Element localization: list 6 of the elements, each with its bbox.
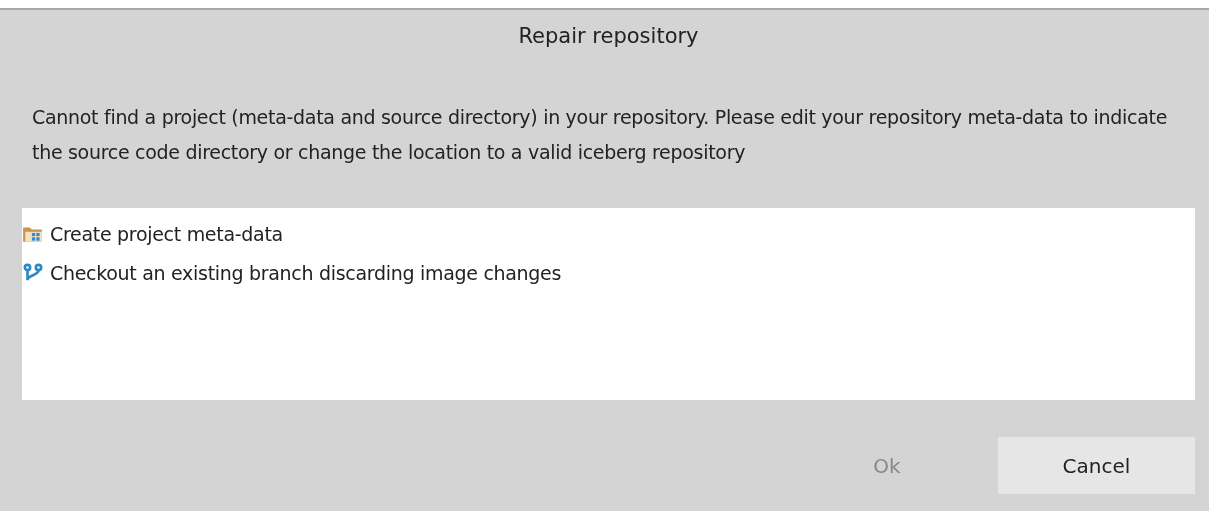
list-item[interactable]: Checkout an existing branch discarding image changes [22,253,1195,292]
window-title: Repair repository [517,23,700,50]
list-item[interactable]: Create project meta-data [22,214,1195,253]
message-text: Cannot find a project (meta-data and source directory) in your repository. Please edit your repository meta-data to indicate the source code directory or change the location to a valid iceberg repository [31,105,1169,165]
branch-icon [22,262,44,283]
cancel-button[interactable]: Cancel [998,437,1195,494]
